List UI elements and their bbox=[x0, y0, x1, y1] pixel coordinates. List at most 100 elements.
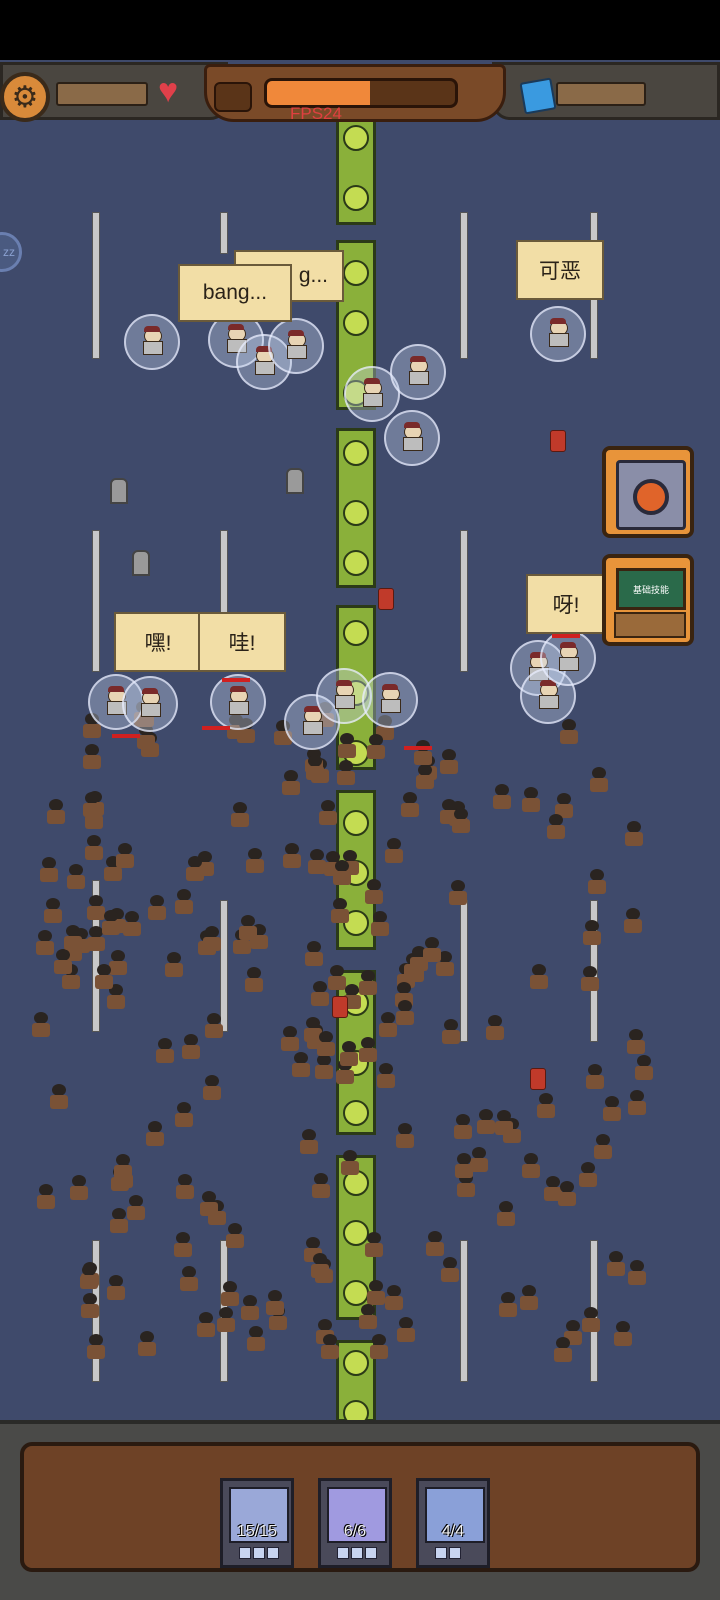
zombie-unit bbox=[62, 925, 84, 951]
zombie-unit bbox=[383, 1284, 405, 1311]
desk-icon bbox=[614, 612, 686, 638]
dynamite-icon bbox=[530, 1068, 546, 1090]
zombie-unit bbox=[520, 787, 542, 813]
unit-count: 4/4 bbox=[441, 1523, 465, 1540]
zombie-unit bbox=[495, 1200, 517, 1227]
zombie-unit bbox=[121, 910, 143, 937]
zombie-unit bbox=[394, 1000, 416, 1026]
zombie-unit bbox=[363, 878, 385, 905]
health-bar bbox=[202, 726, 230, 730]
tree-icon bbox=[343, 500, 369, 526]
zombie-unit bbox=[395, 1317, 417, 1343]
zombie-unit bbox=[136, 1330, 158, 1357]
zombie-unit bbox=[68, 1174, 90, 1201]
zombie-unit bbox=[399, 791, 421, 818]
zombie-unit bbox=[319, 1333, 341, 1360]
zombie-unit bbox=[264, 1290, 286, 1316]
shielded-unit bbox=[530, 306, 586, 362]
zombie-unit bbox=[369, 911, 391, 937]
health-bar bbox=[222, 678, 250, 682]
zombie-unit bbox=[338, 1040, 360, 1067]
unit-tags bbox=[239, 1547, 279, 1559]
zombie-unit bbox=[357, 1303, 379, 1330]
zombie-unit bbox=[48, 1084, 70, 1110]
zombie-unit bbox=[245, 1325, 267, 1352]
tree-icon bbox=[343, 185, 369, 211]
zombie-unit bbox=[237, 914, 259, 941]
shielded-unit bbox=[210, 674, 266, 730]
tree-icon bbox=[343, 260, 369, 286]
tree-icon bbox=[343, 125, 369, 151]
zombie-unit bbox=[81, 743, 103, 770]
zombie-unit bbox=[229, 801, 251, 828]
zombie-unit bbox=[365, 733, 387, 760]
zombie-unit bbox=[421, 937, 443, 963]
wave-icon-slot bbox=[214, 82, 252, 112]
zombie-unit bbox=[219, 1280, 241, 1307]
speech-bubble: bang... bbox=[178, 264, 292, 322]
unit-tags bbox=[435, 1547, 461, 1559]
health-bar bbox=[552, 634, 580, 638]
zombie-unit bbox=[580, 1306, 602, 1333]
gravestone-icon bbox=[132, 550, 150, 576]
zombie-unit bbox=[203, 1012, 225, 1039]
zombie-unit bbox=[439, 1256, 461, 1283]
zombie-unit bbox=[114, 843, 136, 869]
zombie-unit bbox=[244, 848, 266, 874]
zombie-unit bbox=[243, 966, 265, 993]
zombie-unit bbox=[336, 733, 358, 759]
camera-icon bbox=[616, 460, 686, 530]
zombie-unit bbox=[85, 1333, 107, 1360]
unit-card-spartan[interactable]: 6/6 bbox=[318, 1478, 392, 1568]
zombie-unit bbox=[626, 1259, 648, 1286]
unit-count: 15/15 bbox=[236, 1523, 278, 1540]
zombie-unit bbox=[622, 907, 644, 934]
zombie-unit bbox=[475, 1109, 497, 1135]
zombie-unit bbox=[201, 1074, 223, 1101]
zombie-unit bbox=[146, 894, 168, 921]
skill-button-classroom[interactable]: 基础技能 bbox=[602, 554, 694, 646]
shielded-unit bbox=[268, 318, 324, 374]
dynamite-icon bbox=[332, 996, 348, 1018]
sleep-toggle-button[interactable]: zz bbox=[0, 232, 22, 272]
zombie-unit bbox=[195, 1312, 217, 1338]
zombie-unit bbox=[163, 951, 185, 978]
zombie-unit bbox=[313, 1054, 335, 1080]
tree-icon bbox=[343, 310, 369, 336]
street-pole bbox=[460, 530, 468, 672]
unit-tags bbox=[337, 1547, 377, 1559]
zombie-unit bbox=[450, 807, 472, 834]
shielded-unit bbox=[384, 410, 440, 466]
zombie-unit bbox=[30, 1011, 52, 1038]
status-bar bbox=[0, 0, 720, 60]
zombie-unit bbox=[584, 1063, 606, 1090]
zombie-unit bbox=[198, 1190, 220, 1217]
health-bar bbox=[404, 746, 432, 750]
fps-counter: FPS24 bbox=[290, 104, 342, 123]
zombie-unit bbox=[383, 837, 405, 864]
zombie-unit bbox=[108, 1207, 130, 1234]
shielded-unit bbox=[390, 344, 446, 400]
zombie-unit bbox=[368, 1333, 390, 1360]
zombie-unit bbox=[178, 1265, 200, 1292]
zombie-unit bbox=[281, 842, 303, 869]
speech-bubble: 呀! bbox=[526, 574, 606, 634]
zombie-unit bbox=[215, 1307, 237, 1333]
street-pole bbox=[220, 212, 228, 254]
zombie-unit bbox=[625, 1029, 647, 1055]
skill-button-camera[interactable] bbox=[602, 446, 694, 538]
gear-icon[interactable]: ⚙ bbox=[0, 72, 50, 122]
zombie-unit bbox=[520, 1152, 542, 1179]
zombie-unit bbox=[581, 920, 603, 946]
zombie-unit bbox=[612, 1320, 634, 1347]
zombie-unit bbox=[304, 755, 326, 781]
coin-counter-slot bbox=[56, 82, 148, 106]
unit-card-swordsman[interactable]: 15/15 bbox=[220, 1478, 294, 1568]
zombie-unit bbox=[45, 798, 67, 825]
speech-bubble: 哇! bbox=[198, 612, 286, 672]
zombie-unit bbox=[174, 1173, 196, 1200]
zombie-unit bbox=[412, 740, 434, 766]
tree-icon bbox=[343, 1350, 369, 1376]
zombie-unit bbox=[452, 1114, 474, 1140]
unit-card-gunner[interactable]: 4/4 bbox=[416, 1478, 490, 1568]
